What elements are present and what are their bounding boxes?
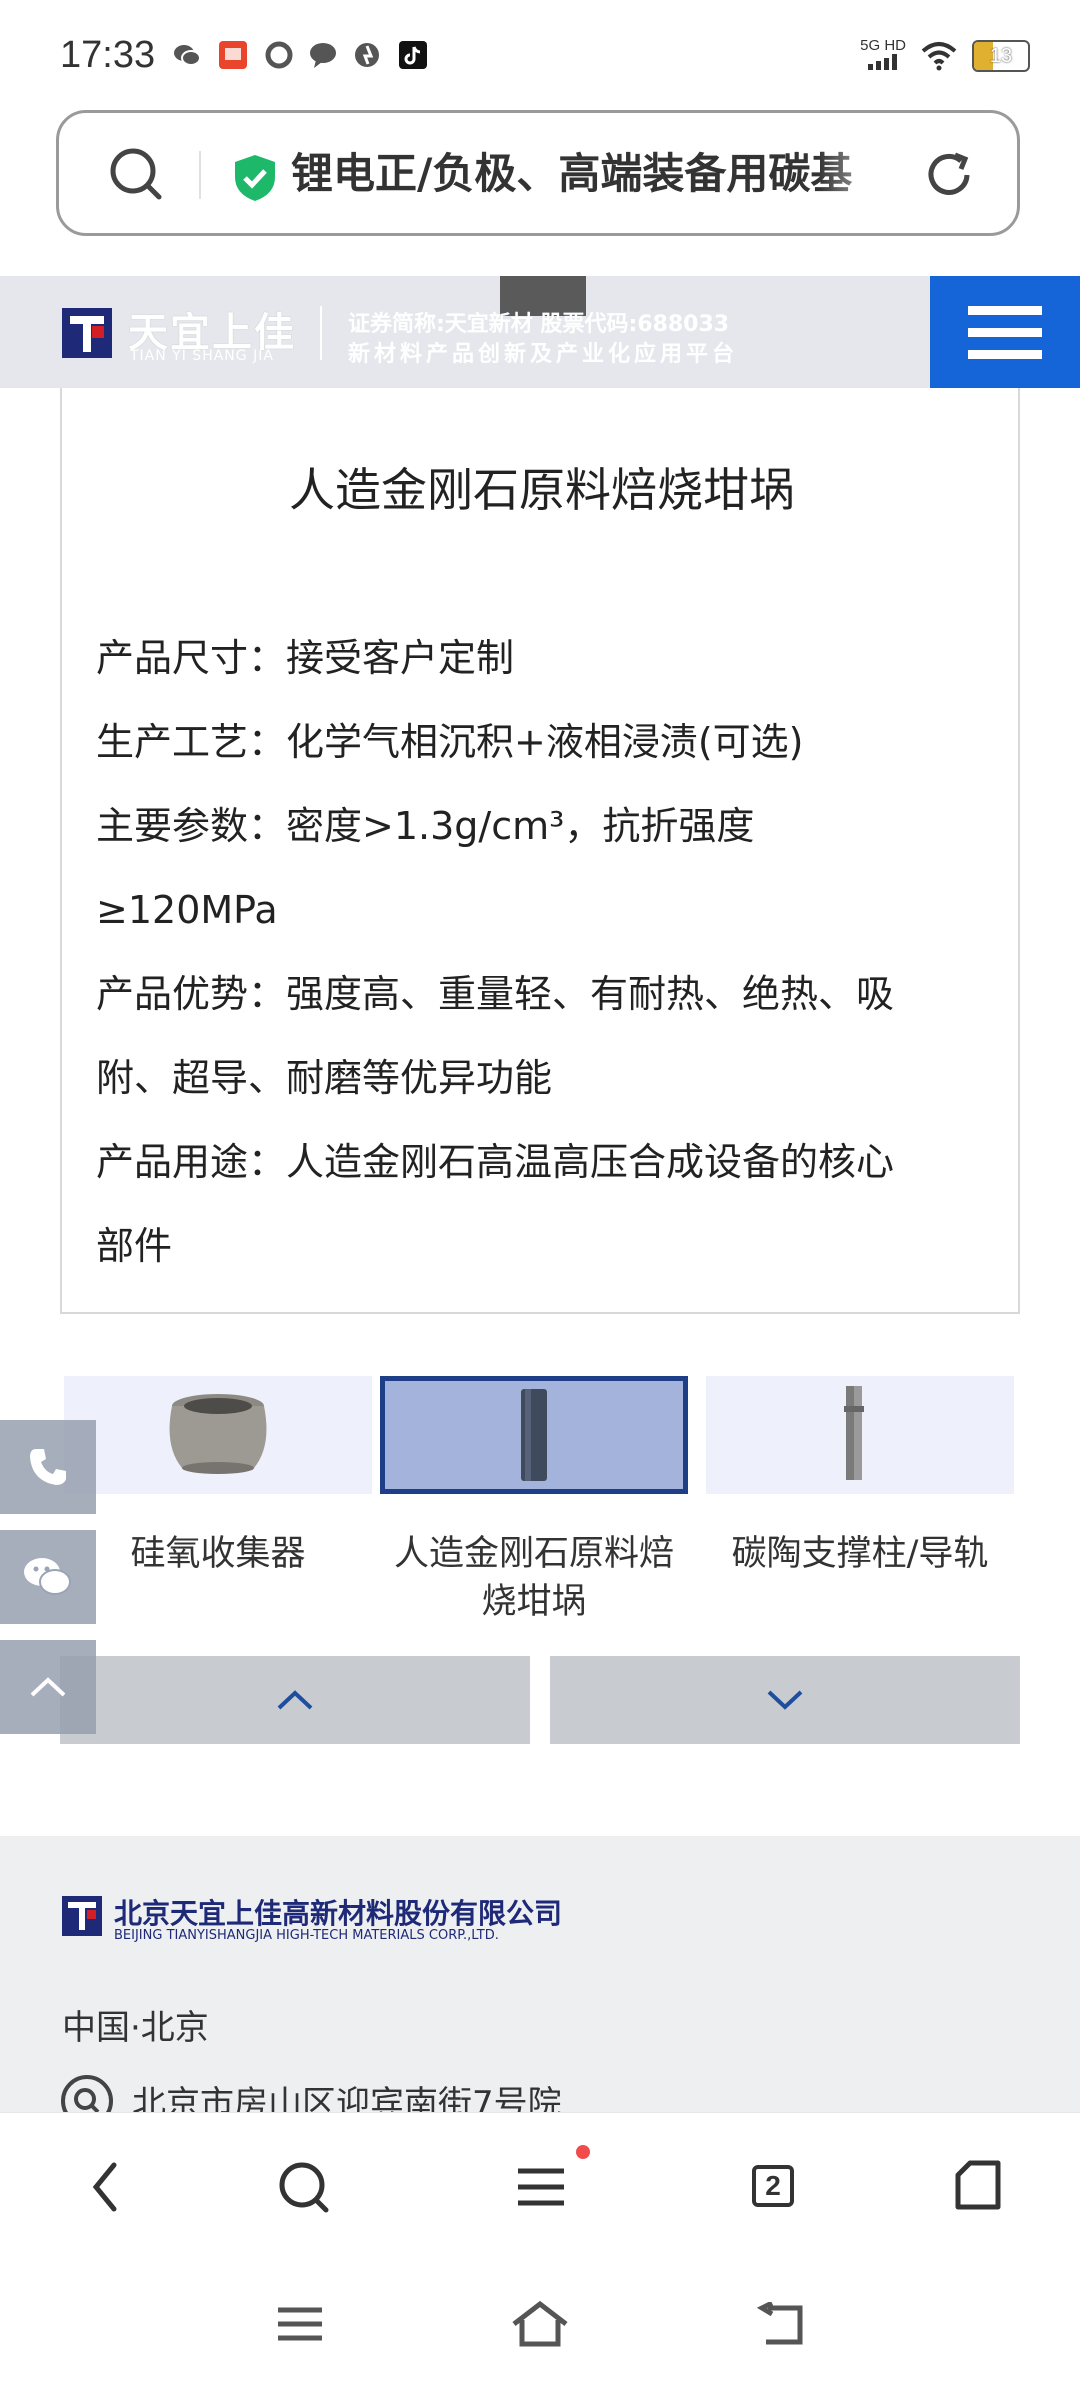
carousel-next-button[interactable] bbox=[550, 1656, 1020, 1744]
thumbnail-support-column[interactable] bbox=[706, 1376, 1014, 1494]
header-divider bbox=[320, 306, 322, 360]
status-bar: 17:33 5G HD 13 bbox=[0, 0, 1080, 110]
site-header: 天宜上佳 TIAN YI SHANG JIA 证券简称:天宜新材 股票代码:68… bbox=[0, 276, 1080, 388]
home-icon[interactable] bbox=[510, 2300, 570, 2348]
site-footer: 北京天宜上佳高新材料股份有限公司 BEIJING TIANYISHANGJIA … bbox=[0, 1836, 1080, 2127]
column-image bbox=[844, 1386, 864, 1480]
stock-info: 证券简称:天宜新材 股票代码:688033 bbox=[348, 312, 730, 337]
app-notification-icon bbox=[355, 43, 379, 67]
network-indicator: 5G HD bbox=[860, 38, 906, 74]
spec-parameters: 主要参数：密度>1.3g/cm³，抗折强度 ≥120MPa bbox=[96, 804, 755, 932]
wechat-icon bbox=[174, 45, 201, 66]
back-icon[interactable] bbox=[84, 2157, 128, 2217]
product-title: 人造金刚石原料焙烧坩埚 bbox=[289, 463, 795, 517]
thumbnail-label-1[interactable]: 硅氧收集器 bbox=[58, 1530, 378, 1578]
spec-usage: 产品用途：人造金刚石高温高压合成设备的核心 部件 bbox=[96, 1140, 895, 1268]
url-text[interactable]: 锂电正/负极、高端装备用碳基 bbox=[291, 143, 911, 205]
brand-name-en: TIAN YI SHANG JIA bbox=[130, 348, 274, 364]
search-icon[interactable] bbox=[276, 2157, 332, 2217]
taobao-icon bbox=[219, 41, 247, 69]
carousel-prev-button[interactable] bbox=[60, 1656, 530, 1744]
thumbnail-label-3[interactable]: 碳陶支撑柱/导轨 bbox=[700, 1530, 1020, 1578]
reload-icon[interactable] bbox=[921, 147, 977, 203]
status-time: 17:33 bbox=[60, 34, 156, 76]
wechat-icon bbox=[24, 1558, 71, 1595]
menu-icon bbox=[968, 305, 1042, 315]
network-type: 5G HD bbox=[860, 37, 906, 54]
thumbnail-label-2[interactable]: 人造金刚石原料焙 烧坩埚 bbox=[374, 1530, 694, 1626]
thumbnail-silica-collector[interactable] bbox=[64, 1376, 372, 1494]
chevron-up-icon bbox=[277, 1690, 313, 1710]
spec-size: 产品尺寸：接受客户定制 bbox=[96, 636, 515, 680]
tabs-button[interactable]: 2 bbox=[752, 2165, 794, 2207]
company-name-en: BEIJING TIANYISHANGJIA HIGH-TECH MATERIA… bbox=[114, 1928, 499, 1943]
address-divider bbox=[199, 151, 201, 199]
chevron-up-icon bbox=[30, 1677, 66, 1697]
company-city: 中国·北京 bbox=[62, 2008, 209, 2048]
phone-contact-button[interactable] bbox=[0, 1420, 96, 1514]
recents-icon[interactable] bbox=[276, 2304, 324, 2344]
hamburger-menu-button[interactable] bbox=[930, 276, 1080, 388]
search-icon[interactable] bbox=[107, 145, 163, 201]
thumbnail-crucible[interactable] bbox=[380, 1376, 688, 1494]
system-nav-bar bbox=[0, 2260, 1080, 2388]
message-icon bbox=[310, 43, 336, 68]
brand-logo-icon[interactable] bbox=[62, 308, 112, 358]
phone-icon bbox=[30, 1449, 66, 1485]
back-to-top-button[interactable] bbox=[0, 1640, 96, 1734]
collector-image bbox=[169, 1394, 267, 1474]
browser-toolbar: 2 bbox=[0, 2112, 1080, 2261]
company-logo-icon bbox=[62, 1896, 102, 1936]
address-bar[interactable]: 锂电正/负极、高端装备用碳基 bbox=[56, 110, 1020, 236]
signal-icon bbox=[868, 54, 898, 70]
home-icon[interactable] bbox=[952, 2157, 1004, 2213]
secure-shield-icon bbox=[235, 155, 275, 201]
notification-dot bbox=[576, 2145, 590, 2159]
company-name: 北京天宜上佳高新材料股份有限公司 bbox=[114, 1897, 563, 1930]
spec-process: 生产工艺：化学气相沉积+液相浸渍(可选) bbox=[96, 720, 804, 764]
spec-advantages: 产品优势：强度高、重量轻、有耐热、绝热、吸 附、超导、耐磨等优异功能 bbox=[96, 972, 895, 1100]
battery-icon: 13 bbox=[972, 40, 1030, 72]
qq-browser-icon bbox=[265, 41, 293, 69]
chevron-down-icon bbox=[767, 1690, 803, 1710]
crucible-image bbox=[521, 1389, 547, 1481]
wifi-icon bbox=[921, 42, 957, 71]
tiktok-icon bbox=[399, 41, 427, 69]
wechat-contact-button[interactable] bbox=[0, 1530, 96, 1624]
menu-icon[interactable] bbox=[514, 2157, 568, 2217]
battery-level: 13 bbox=[989, 44, 1013, 67]
back-nav-icon[interactable] bbox=[756, 2302, 804, 2346]
platform-slogan: 新材料产品创新及产业化应用平台 bbox=[348, 342, 739, 367]
tab-count: 2 bbox=[752, 2165, 794, 2207]
product-detail-card: 人造金刚石原料焙烧坩埚 产品尺寸：接受客户定制 生产工艺：化学气相沉积+液相浸渍… bbox=[60, 388, 1020, 1314]
